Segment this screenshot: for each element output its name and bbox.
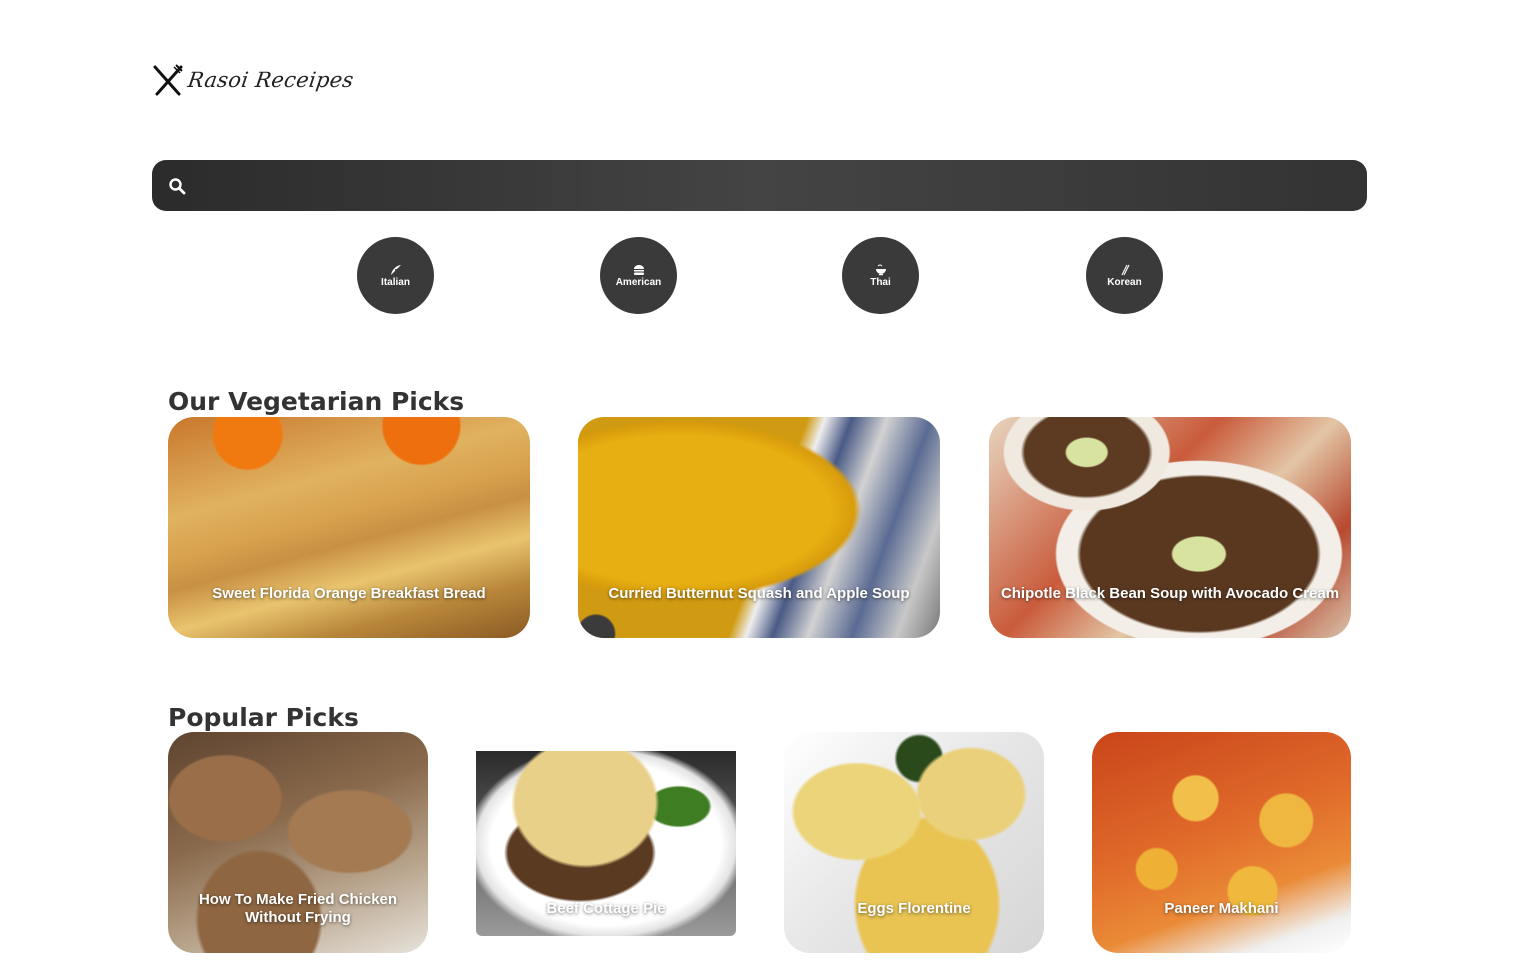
cuisine-korean-button[interactable]: Korean [1086,237,1163,314]
popular-section-title: Popular Picks [168,703,359,732]
cuisine-italian-button[interactable]: Italian [357,237,434,314]
pizza-icon [390,264,401,275]
bean-soup-image [989,417,1351,638]
search-bar [152,160,1367,211]
recipe-title: Curried Butternut Squash and Apple Soup [608,585,910,602]
recipe-title: Beef Cottage Pie [546,900,666,917]
recipe-title: How To Make Fried Chicken Without Frying [198,891,398,926]
recipe-card[interactable]: Chipotle Black Bean Soup with Avocado Cr… [989,417,1351,638]
recipe-card[interactable]: Paneer Makhani [1092,732,1351,953]
cuisine-thai-button[interactable]: Thai [842,237,919,314]
chopsticks-icon [1121,264,1129,275]
recipe-title: Sweet Florida Orange Breakfast Bread [212,585,486,602]
search-icon[interactable] [168,177,186,195]
recipe-title: Chipotle Black Bean Soup with Avocado Cr… [1000,585,1340,602]
recipe-card[interactable]: Beef Cottage Pie [476,751,736,936]
search-input[interactable] [186,160,1367,211]
recipe-title: Eggs Florentine [857,900,971,917]
cuisine-american-button[interactable]: American [600,237,677,314]
recipe-card[interactable]: Eggs Florentine [784,732,1044,953]
recipe-card[interactable]: How To Make Fried Chicken Without Frying [168,732,428,953]
eggs-florentine-image [784,732,1044,953]
recipe-card[interactable]: Curried Butternut Squash and Apple Soup [578,417,940,638]
recipe-title: Paneer Makhani [1164,900,1279,917]
bowl-icon [875,264,886,275]
cuisine-label: American [615,276,662,288]
logo-text: Rasoi Receipes [186,68,356,92]
cuisine-label: Italian [381,276,410,288]
paneer-makhani-image [1092,732,1351,953]
cuisine-label: Korean [1107,276,1142,288]
orange-bread-image [168,417,530,638]
squash-soup-image [578,417,940,638]
recipe-card[interactable]: Sweet Florida Orange Breakfast Bread [168,417,530,638]
site-logo[interactable]: Rasoi Receipes [152,62,356,98]
burger-icon [633,264,644,275]
cuisine-label: Thai [870,276,891,288]
fork-knife-icon [153,64,183,96]
vegetarian-section-title: Our Vegetarian Picks [168,387,465,416]
